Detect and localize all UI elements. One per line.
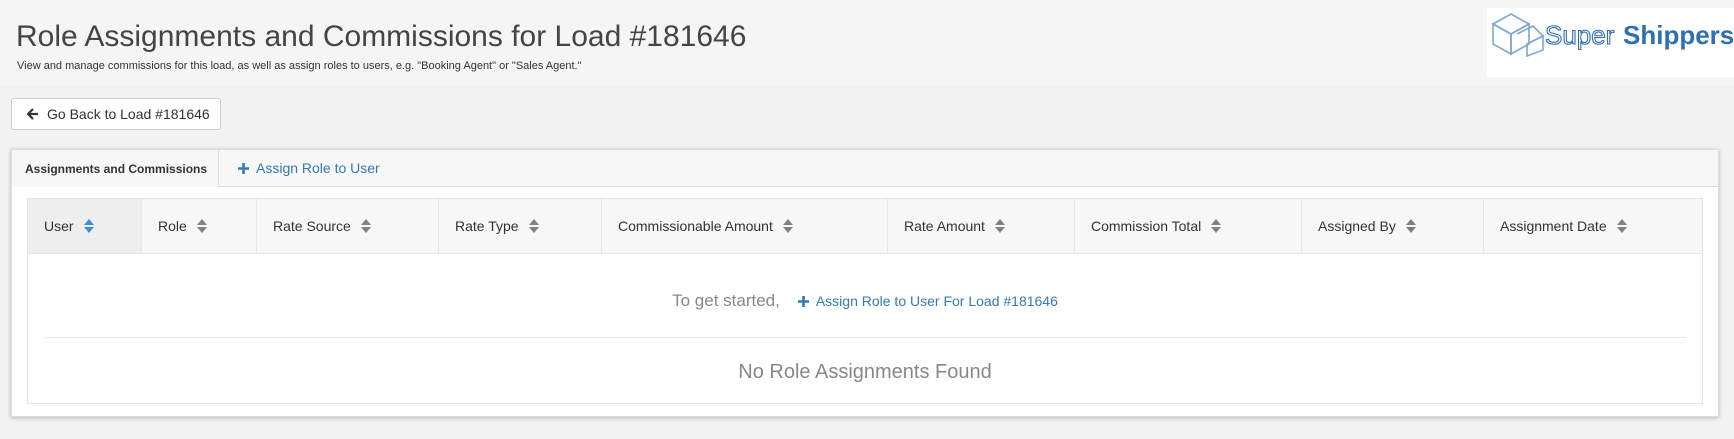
column-header-rate-amount[interactable]: Rate Amount [888,199,1075,253]
arrow-left-icon [27,108,38,120]
tab-assignments-and-commissions[interactable]: Assignments and Commissions [12,150,219,187]
assign-role-link[interactable]: Assign Role to User [238,150,380,186]
column-header-label: Assigned By [1318,218,1396,234]
box-logo-icon: Super Shippers [1491,13,1734,58]
sort-icon [994,219,1005,233]
column-header-label: Rate Amount [904,218,985,234]
brand-logo: Super Shippers [1487,8,1734,77]
column-header-assigned-by[interactable]: Assigned By [1302,199,1484,253]
page-title: Role Assignments and Commissions for Loa… [16,20,747,53]
assign-role-for-load-link[interactable]: Assign Role to User For Load #181646 [797,293,1058,309]
sort-icon [782,219,793,233]
sort-icon [83,219,94,233]
column-header-commissionable-amount[interactable]: Commissionable Amount [602,199,888,253]
column-header-label: Rate Source [273,218,351,234]
sort-icon [360,219,371,233]
tab-label: Assignments and Commissions [25,161,208,176]
column-header-rate-source[interactable]: Rate Source [257,199,439,253]
page-header: Role Assignments and Commissions for Loa… [0,0,1734,86]
assignments-table: User Role Rate Source Rate Type Commissionab… [27,198,1703,404]
column-header-role[interactable]: Role [142,199,257,253]
get-started-row: To get started, Assign Role to User For … [28,289,1702,313]
logo-text-shippers: Shippers [1623,20,1734,50]
row-divider [44,337,1686,338]
sort-icon [1405,219,1416,233]
sort-icon [196,219,207,233]
panel-tabbar: Assignments and Commissions Assign Role … [12,150,1718,187]
column-header-label: Rate Type [455,218,519,234]
sort-icon [1616,219,1627,233]
page-subtitle: View and manage commissions for this loa… [17,60,582,72]
plus-icon [797,295,809,307]
assignments-panel: Assignments and Commissions Assign Role … [11,149,1719,417]
column-header-label: User [44,218,74,234]
column-header-assignment-date[interactable]: Assignment Date [1484,199,1702,253]
plus-icon [238,162,249,174]
column-header-commission-total[interactable]: Commission Total [1075,199,1302,253]
column-header-rate-type[interactable]: Rate Type [439,199,602,253]
column-header-label: Role [158,218,187,234]
column-header-label: Assignment Date [1500,218,1607,234]
assign-role-for-load-label: Assign Role to User For Load #181646 [815,293,1058,309]
assign-role-label: Assign Role to User [256,160,380,176]
go-back-label: Go Back to Load #181646 [47,106,210,122]
table-header: User Role Rate Source Rate Type Commissionab… [28,199,1702,254]
go-back-button[interactable]: Go Back to Load #181646 [11,98,221,130]
column-header-label: Commissionable Amount [618,218,773,234]
column-header-user[interactable]: User [28,199,142,253]
column-header-label: Commission Total [1091,218,1202,234]
sort-icon [1211,219,1222,233]
sort-icon [528,219,539,233]
logo-text-super: Super [1545,20,1615,50]
empty-state-message: No Role Assignments Found [738,361,992,383]
get-started-text: To get started, [672,291,780,310]
